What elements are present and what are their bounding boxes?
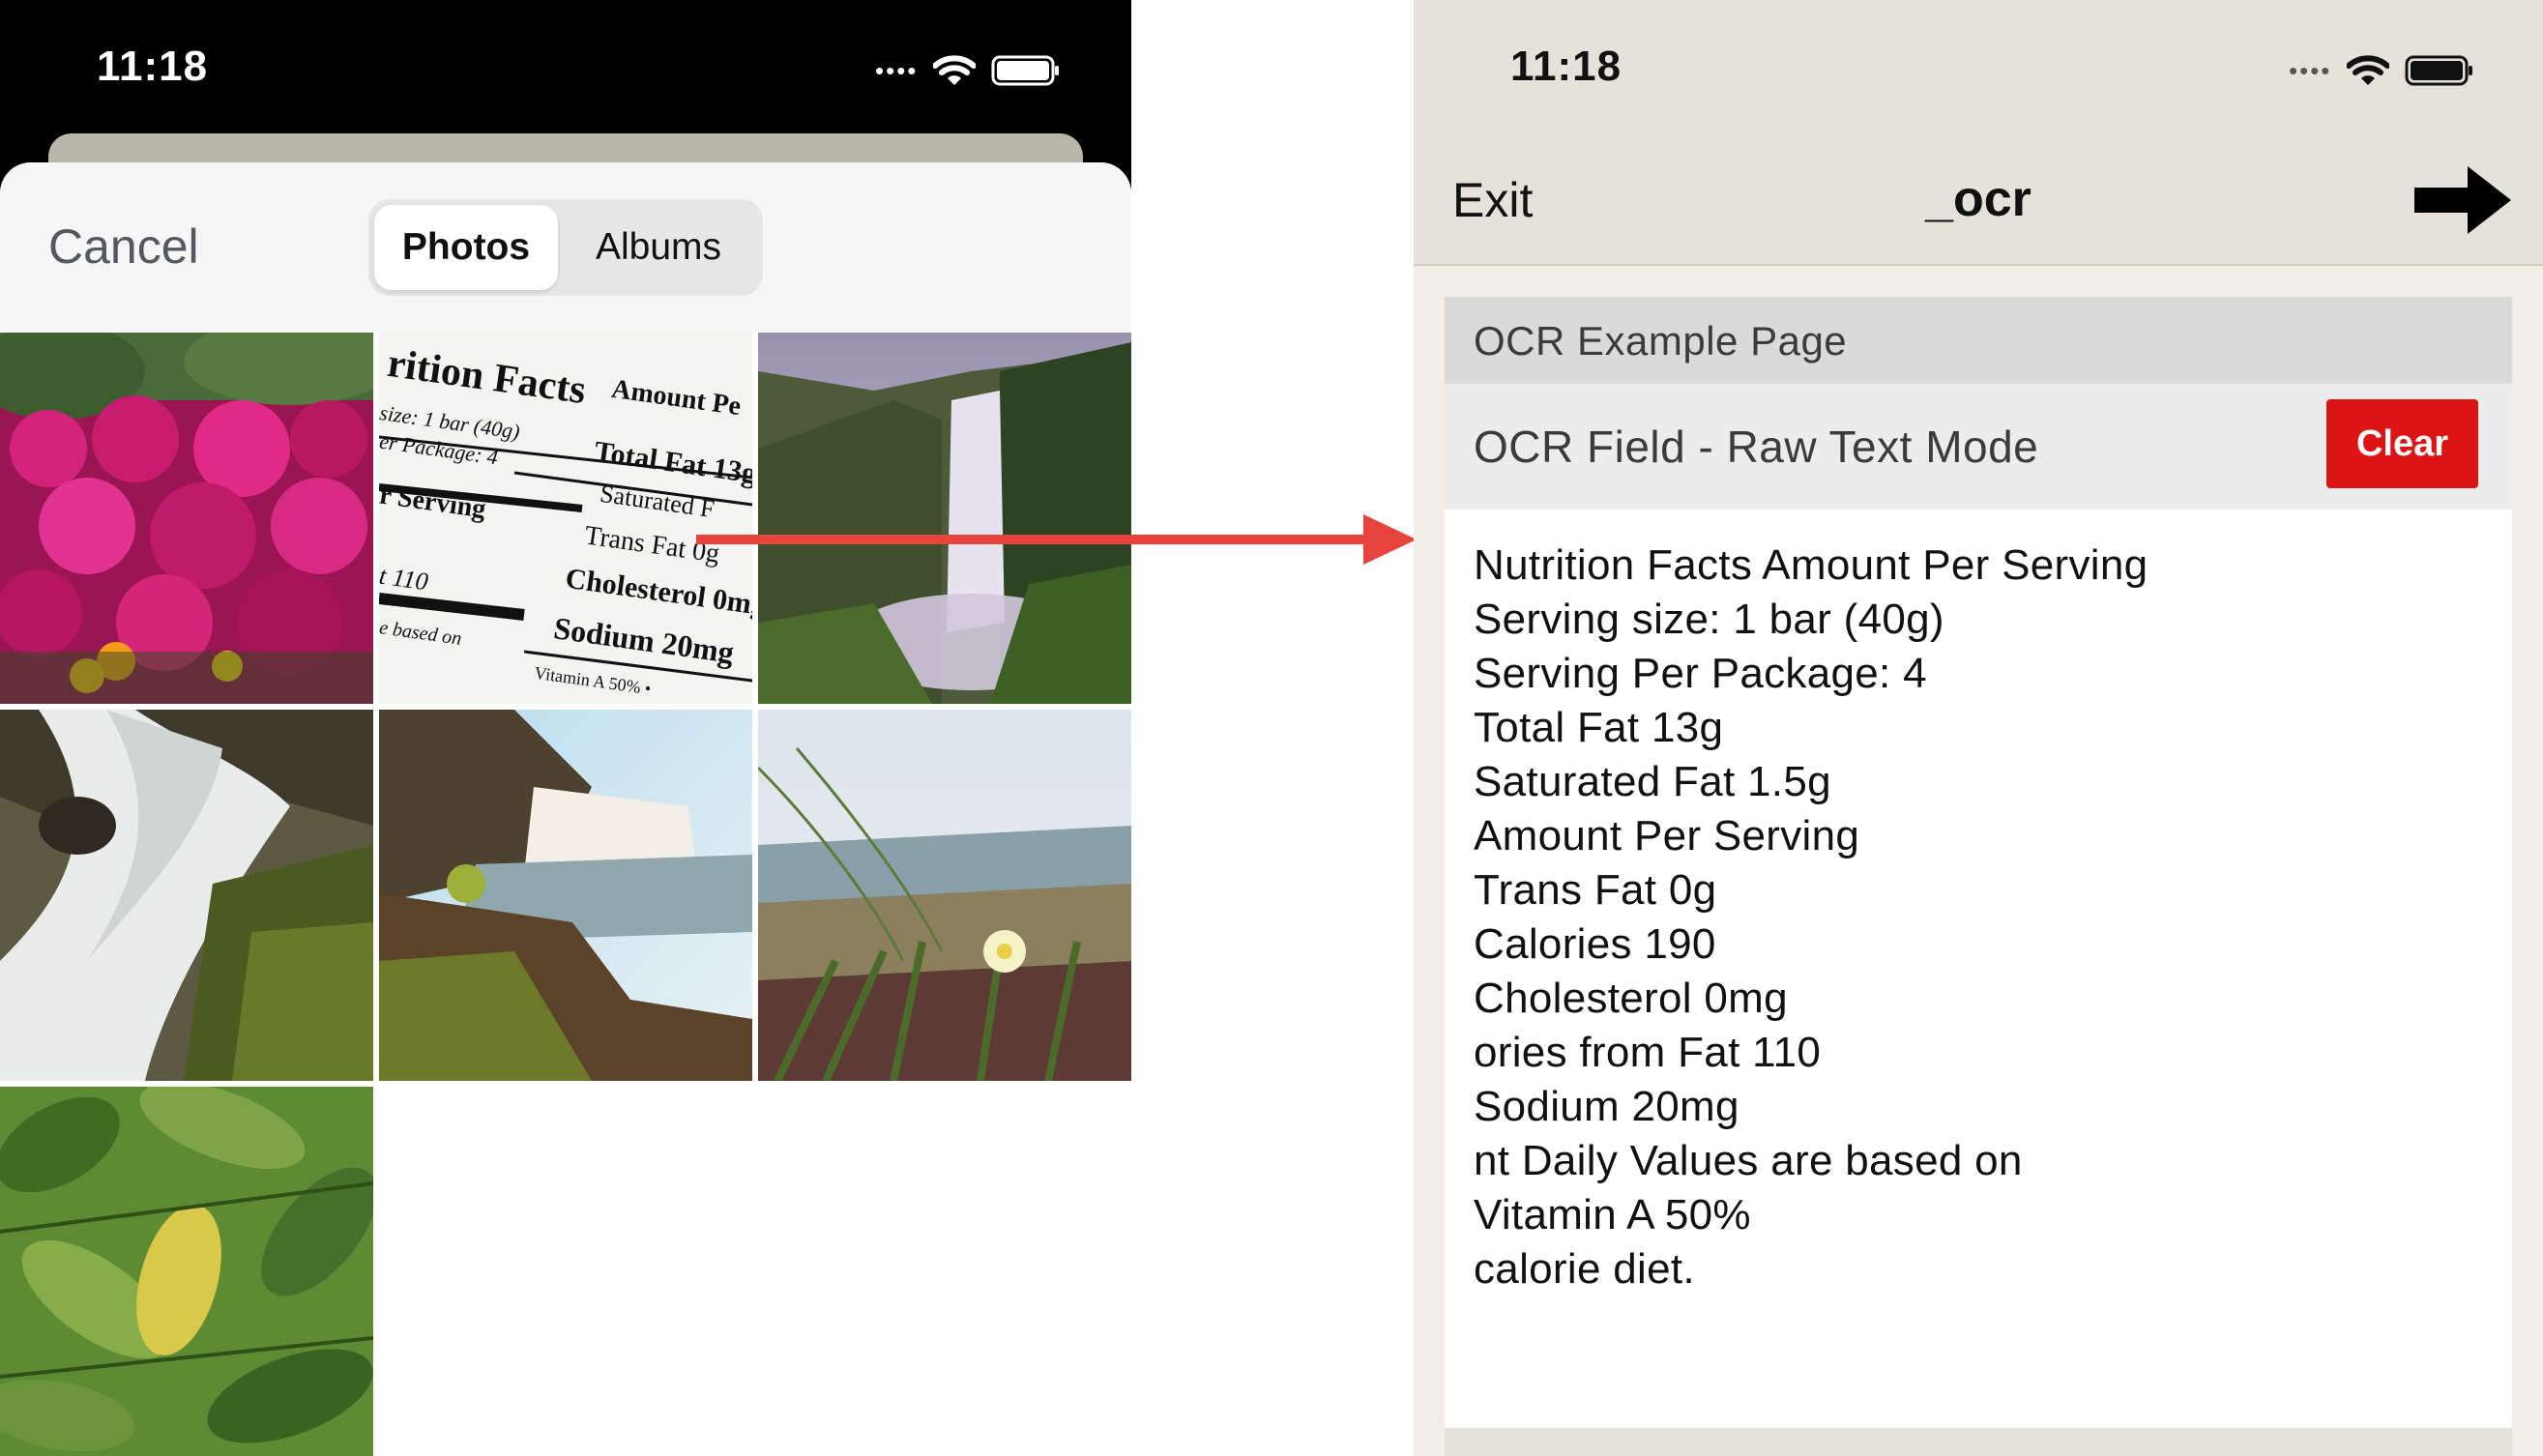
photo-thumb-rocky-waterfall[interactable] (0, 710, 373, 1081)
ocr-line: Cholesterol 0mg (1474, 975, 1788, 1022)
photo-picker-screen: 11:18 •••• Cancel Photos Albums rition F… (0, 0, 1131, 1456)
photo-thumb-waterfall-landscape[interactable] (379, 710, 752, 1081)
ocr-line: Nutrition Facts Amount Per Serving (1474, 541, 2148, 589)
tab-albums[interactable]: Albums (562, 205, 755, 290)
ocr-line: Total Fat 13g (1474, 704, 1724, 751)
photo-thumb-pink-flowers[interactable] (0, 333, 373, 704)
signal-dots-icon: •••• (875, 56, 919, 85)
status-time: 11:18 (97, 43, 209, 90)
navigation-bar: Exit _ocr (1414, 145, 2543, 264)
status-time: 11:18 (1510, 43, 1622, 90)
picker-header: Cancel Photos Albums (0, 162, 1131, 333)
arrow-right-icon[interactable] (2414, 166, 2511, 234)
picker-sheet: Cancel Photos Albums rition Facts size: … (0, 162, 1131, 1456)
ocr-line: Amount Per Serving (1474, 812, 1860, 859)
tab-photos[interactable]: Photos (374, 205, 558, 290)
ocr-line: Trans Fat 0g (1474, 866, 1717, 914)
ocr-app-screen: 11:18 •••• Exit _ocr OCR Example Page OC… (1414, 0, 2543, 1456)
ocr-line: Saturated Fat 1.5g (1474, 758, 1831, 805)
wifi-icon (2347, 55, 2390, 85)
ocr-field-row: OCR Field - Raw Text Mode Clear (1445, 384, 2512, 510)
connector-arrow-icon (696, 514, 1417, 565)
wifi-icon (933, 55, 977, 85)
photos-albums-segmented-control: Photos Albums (368, 199, 763, 296)
ocr-line: nt Daily Values are based on (1474, 1137, 2023, 1184)
ocr-line: Vitamin A 50% (1474, 1191, 1751, 1238)
status-icons: •••• (2289, 54, 2474, 87)
battery-icon (2405, 55, 2473, 86)
photo-thumb-green-leaves[interactable] (0, 1087, 373, 1456)
ocr-line: Serving size: 1 bar (40g) (1474, 596, 1944, 643)
page-header: OCR Example Page (1445, 297, 2512, 384)
signal-dots-icon: •••• (2289, 56, 2332, 85)
ocr-line: ories from Fat 110 (1474, 1029, 1822, 1076)
content-area: OCR Example Page OCR Field - Raw Text Mo… (1414, 266, 2543, 1456)
page-title: _ocr (1925, 171, 2031, 227)
status-icons: •••• (875, 54, 1061, 87)
photo-thumb-beach-flower[interactable] (758, 710, 1131, 1081)
ocr-text-area[interactable]: Nutrition Facts Amount Per Serving Servi… (1445, 510, 2512, 1428)
ocr-line: Serving Per Package: 4 (1474, 650, 1927, 697)
battery-icon (991, 55, 1060, 86)
ocr-line: calorie diet. (1474, 1245, 1695, 1293)
clear-button[interactable]: Clear (2326, 399, 2478, 488)
page-header-label: OCR Example Page (1474, 318, 1848, 364)
bottom-strip (1445, 1428, 2512, 1456)
ocr-line: Sodium 20mg (1474, 1083, 1739, 1130)
cancel-button[interactable]: Cancel (48, 218, 199, 275)
ocr-field-label: OCR Field - Raw Text Mode (1474, 422, 2039, 472)
ocr-text-lines: Nutrition Facts Amount Per Serving Servi… (1474, 539, 2148, 1296)
ocr-line: Calories 190 (1474, 920, 1716, 968)
